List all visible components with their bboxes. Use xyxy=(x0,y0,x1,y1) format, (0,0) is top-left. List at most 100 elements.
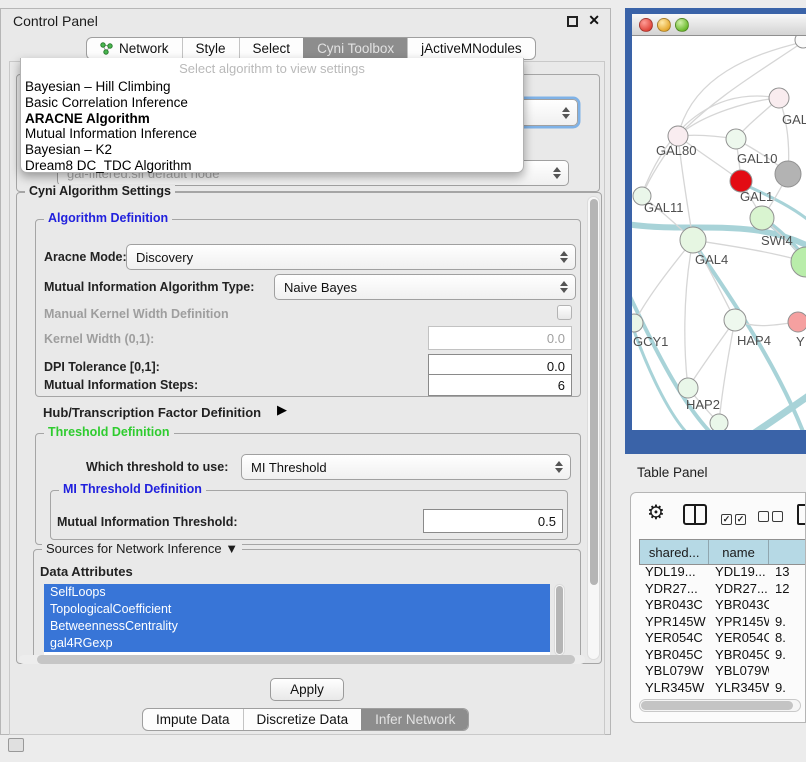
table-header-row[interactable]: shared...name xyxy=(639,539,806,565)
network-canvas[interactable]: GALGAL80GAL10GAL1GAL11GAL4SWI4GCY1HAP4YH… xyxy=(632,36,806,430)
tab-jactivemnodules[interactable]: jActiveMNodules xyxy=(407,38,535,59)
mi-steps-label: Mutual Information Steps: xyxy=(44,378,198,392)
table-column-header[interactable]: shared... xyxy=(640,540,709,564)
attribute-list-item[interactable]: BetweennessCentrality xyxy=(44,618,550,635)
network-node[interactable] xyxy=(726,129,746,149)
table-row[interactable]: YDL19...YDL19...13 xyxy=(639,564,806,581)
column-layout-icon[interactable] xyxy=(683,504,707,525)
zoom-traffic-light-icon[interactable] xyxy=(675,18,689,32)
table-row[interactable]: YBR045CYBR045C9. xyxy=(639,647,806,664)
network-edge[interactable] xyxy=(688,320,735,388)
apply-button[interactable]: Apply xyxy=(270,678,344,701)
deselect-all-checks-icon[interactable] xyxy=(758,509,786,527)
new-table-icon[interactable] xyxy=(797,504,806,525)
tab-impute-data[interactable]: Impute Data xyxy=(143,709,243,730)
sources-group: Sources for Network Inference ▼ Data Att… xyxy=(33,549,581,661)
network-node[interactable] xyxy=(710,414,728,430)
minimize-traffic-light-icon[interactable] xyxy=(657,18,671,32)
table-row[interactable]: YLR345WYLR345W9. xyxy=(639,680,806,697)
manual-kernel-label: Manual Kernel Width Definition xyxy=(44,307,229,321)
table-row[interactable]: YDR27...YDR27...12 xyxy=(639,581,806,598)
network-node[interactable] xyxy=(750,206,774,230)
table-cell: YDL19... xyxy=(709,564,769,581)
node-label: HAP2 xyxy=(686,397,720,412)
network-node[interactable] xyxy=(724,309,746,331)
network-node[interactable] xyxy=(680,227,706,253)
mi-threshold-field[interactable]: 0.5 xyxy=(423,509,563,533)
sources-legend-text: Sources for Network Inference xyxy=(46,541,222,556)
tab-network[interactable]: Network xyxy=(87,38,182,59)
kernel-width-field[interactable]: 0.0 xyxy=(428,326,572,350)
network-edge[interactable] xyxy=(685,240,693,388)
network-edge[interactable] xyxy=(678,98,779,136)
network-node[interactable] xyxy=(775,161,801,187)
network-window-titlebar[interactable] xyxy=(632,14,806,36)
mi-threshold-label: Mutual Information Threshold: xyxy=(57,515,238,529)
table-rows[interactable]: YDL19...YDL19...13YDR27...YDR27...12YBR0… xyxy=(639,564,806,703)
mi-type-combobox[interactable]: Naive Bayes xyxy=(274,274,576,300)
network-edge[interactable] xyxy=(634,240,693,323)
aracne-mode-combobox[interactable]: Discovery xyxy=(126,244,576,270)
tab-infer-network[interactable]: Infer Network xyxy=(361,709,468,730)
control-panel-title: Control Panel xyxy=(13,13,98,29)
hub-definition-label[interactable]: Hub/Transcription Factor Definition xyxy=(43,405,261,420)
table-cell: 13 xyxy=(769,564,806,581)
table-column-header[interactable] xyxy=(769,540,806,564)
settings-horizontal-scrollbar[interactable] xyxy=(19,655,585,664)
close-traffic-light-icon[interactable] xyxy=(639,18,653,32)
dropdown-item[interactable]: Basic Correlation Inference xyxy=(21,95,523,111)
node-label: Y xyxy=(796,334,805,349)
table-horizontal-scrollbar[interactable] xyxy=(639,699,801,712)
tab-style[interactable]: Style xyxy=(182,38,239,59)
table-row[interactable]: YER054CYER054C8. xyxy=(639,630,806,647)
table-cell: YER054C xyxy=(639,630,709,647)
panel-grip-icon[interactable] xyxy=(8,738,24,752)
network-node[interactable] xyxy=(788,312,806,332)
network-edge[interactable] xyxy=(750,392,806,430)
tab-cyni-toolbox[interactable]: Cyni Toolbox xyxy=(303,38,407,59)
table-cell: YPR145W xyxy=(709,614,769,631)
float-window-icon[interactable] xyxy=(567,16,578,27)
dropdown-item[interactable]: ARACNE Algorithm xyxy=(21,111,523,127)
mi-type-label: Mutual Information Algorithm Type: xyxy=(44,280,254,294)
table-row[interactable]: YBR043CYBR043C xyxy=(639,597,806,614)
dropdown-prompt: Select algorithm to view settings xyxy=(21,58,523,79)
control-panel-tabbar: NetworkStyleSelectCyni Toolbox jActiveMNo… xyxy=(86,37,536,60)
attr-list-scrollbar[interactable] xyxy=(554,584,565,656)
network-edge[interactable] xyxy=(719,320,735,423)
select-all-checks-icon[interactable]: ✓✓ xyxy=(721,509,749,527)
settings-vertical-scrollbar[interactable] xyxy=(587,196,600,660)
dropdown-item[interactable]: Bayesian – K2 xyxy=(21,142,523,158)
attribute-list-item[interactable]: SelfLoops xyxy=(44,584,550,601)
table-column-header[interactable]: name xyxy=(709,540,768,564)
dropdown-item[interactable]: Dream8 DC_TDC Algorithm xyxy=(21,158,523,174)
node-label: GAL xyxy=(782,112,806,127)
dpi-tolerance-value: 0.0 xyxy=(547,359,565,374)
close-icon[interactable]: ✕ xyxy=(588,12,600,29)
tab-label: jActiveMNodules xyxy=(421,41,522,56)
manual-kernel-checkbox[interactable] xyxy=(557,305,572,320)
network-node[interactable] xyxy=(678,378,698,398)
table-row[interactable]: YPR145WYPR145W9. xyxy=(639,614,806,631)
data-attributes-list[interactable]: SelfLoopsTopologicalCoefficientBetweenne… xyxy=(44,584,550,656)
table-cell: 8. xyxy=(769,630,806,647)
expand-right-icon[interactable]: ▶ xyxy=(277,402,287,418)
mi-threshold-value: 0.5 xyxy=(538,514,556,529)
attribute-list-item[interactable]: gal4RGexp xyxy=(44,635,550,652)
cyni-bottom-tabbar: Impute DataDiscretize DataInfer Network xyxy=(142,708,469,731)
dropdown-item[interactable]: Bayesian – Hill Climbing xyxy=(21,79,523,95)
network-node[interactable] xyxy=(791,247,806,277)
network-node[interactable] xyxy=(769,88,789,108)
attribute-list-item[interactable]: TopologicalCoefficient xyxy=(44,601,550,618)
table-cell: YBR043C xyxy=(639,597,709,614)
dropdown-item[interactable]: Mutual Information Inference xyxy=(21,126,523,142)
mi-steps-field[interactable]: 6 xyxy=(428,374,572,396)
gear-icon[interactable]: ⚙ xyxy=(647,503,665,523)
table-cell: YBR045C xyxy=(709,647,769,664)
sources-legend[interactable]: Sources for Network Inference ▼ xyxy=(42,541,242,556)
tab-select[interactable]: Select xyxy=(239,38,304,59)
tab-discretize-data[interactable]: Discretize Data xyxy=(243,709,362,730)
table-row[interactable]: YBL079WYBL079W xyxy=(639,663,806,680)
kernel-width-value: 0.0 xyxy=(547,331,565,346)
which-threshold-combobox[interactable]: MI Threshold xyxy=(241,454,571,480)
